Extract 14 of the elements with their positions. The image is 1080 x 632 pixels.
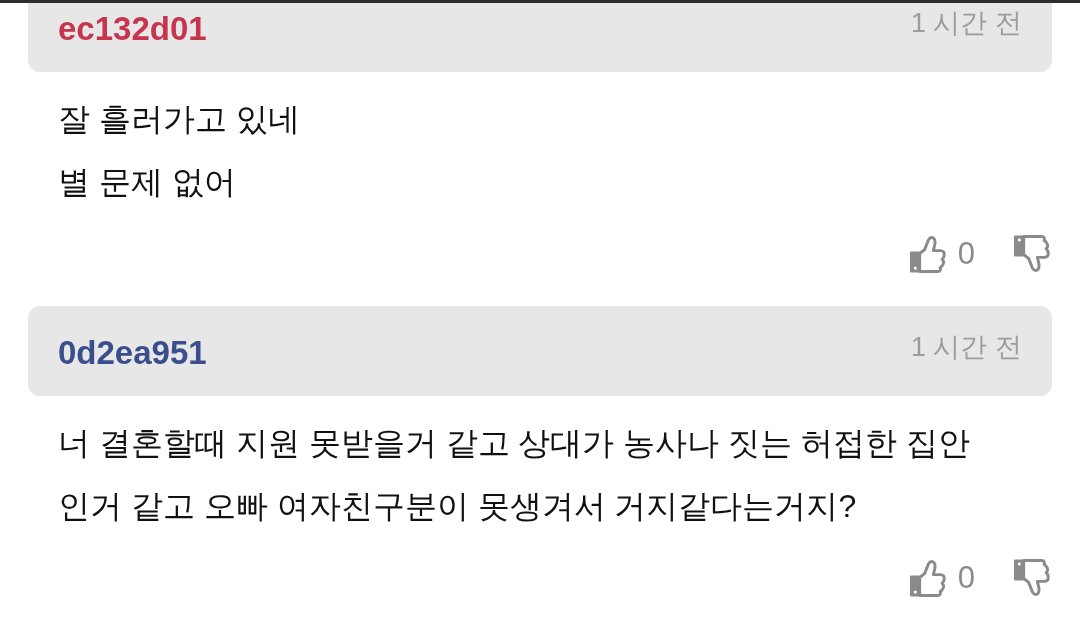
- dislike-button[interactable]: [1013, 235, 1050, 273]
- comment-text: 잘 흘러가고 있네 별 문제 없어: [58, 100, 300, 202]
- thumbs-up-icon: [908, 559, 946, 597]
- thumbs-down-icon: [1013, 235, 1050, 273]
- timestamp: 1 시간 전: [910, 331, 1022, 364]
- username[interactable]: ec132d01: [58, 6, 207, 48]
- comment-text: 너 결혼할때 지원 못받을거 같고 상대가 농사나 짓는 허접한 집안 인거 같고 오빠 여자친구분이 못생겨서 거지같다는거지?: [58, 424, 970, 526]
- dislike-button[interactable]: [1013, 559, 1050, 597]
- like-button[interactable]: 0: [908, 234, 975, 274]
- username[interactable]: 0d2ea951: [58, 330, 207, 372]
- like-button[interactable]: 0: [908, 558, 975, 598]
- thumbs-up-icon: [908, 235, 946, 273]
- timestamp: 1 시간 전: [910, 7, 1022, 40]
- thumbs-down-icon: [1013, 559, 1050, 597]
